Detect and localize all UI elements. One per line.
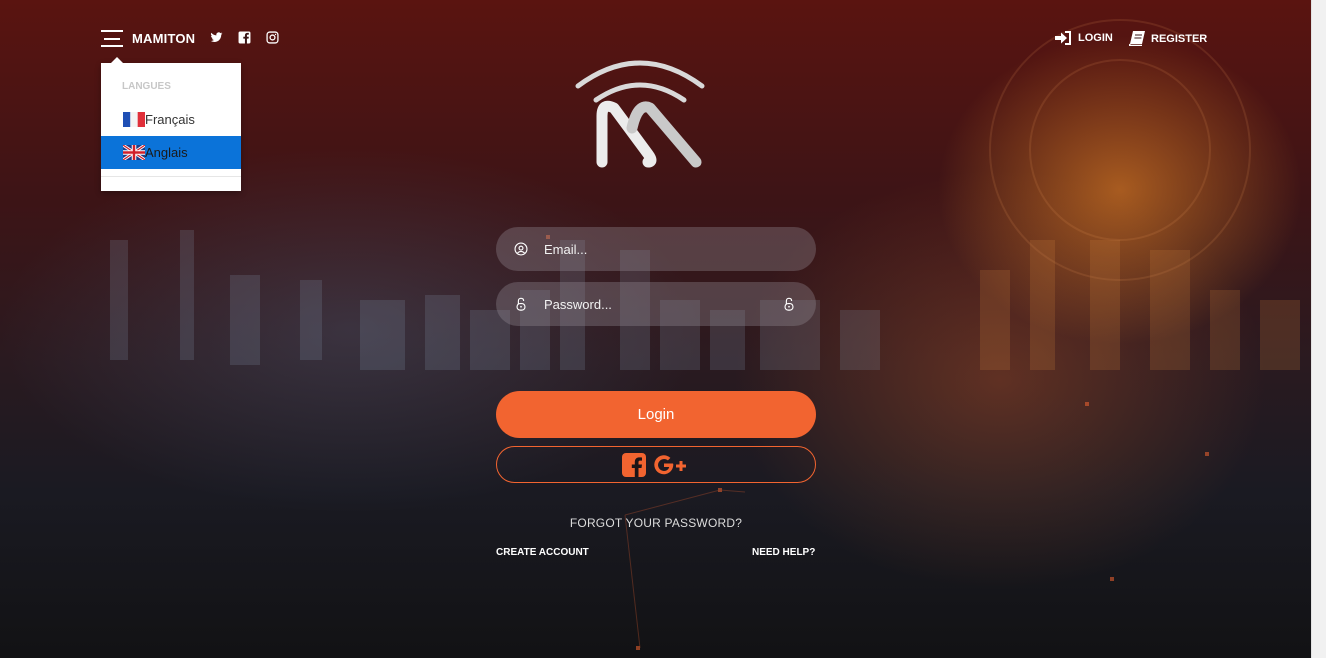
- twitter-icon[interactable]: [210, 31, 223, 44]
- language-item-label: Français: [145, 112, 195, 127]
- book-icon: [1129, 31, 1145, 46]
- lock-toggle-icon[interactable]: [782, 297, 796, 311]
- google-plus-icon[interactable]: [652, 453, 690, 477]
- facebook-icon[interactable]: [622, 452, 646, 477]
- language-item-anglais[interactable]: Anglais: [101, 136, 241, 169]
- need-help-link[interactable]: NEED HELP?: [752, 547, 815, 558]
- mamiton-logo: [575, 60, 705, 168]
- forgot-password-link[interactable]: FORGOT YOUR PASSWORD?: [496, 516, 816, 530]
- sign-in-icon: [1055, 31, 1071, 45]
- register-link[interactable]: REGISTER: [1129, 31, 1207, 46]
- social-login-buttons: [496, 446, 816, 483]
- create-account-link[interactable]: CREATE ACCOUNT: [496, 547, 589, 558]
- hamburger-icon[interactable]: [101, 30, 123, 47]
- login-link[interactable]: LOGIN: [1055, 31, 1113, 45]
- page-scrollbar[interactable]: [1311, 0, 1326, 658]
- lock-icon: [516, 297, 526, 311]
- password-field[interactable]: [496, 282, 816, 326]
- language-menu-heading: LANGUES: [122, 81, 171, 92]
- brand-name[interactable]: MAMITON: [132, 31, 195, 46]
- language-dropdown: LANGUES Français Anglais: [101, 57, 241, 191]
- dropdown-divider: [101, 176, 241, 177]
- france-flag-icon: [123, 112, 145, 127]
- email-input[interactable]: [544, 227, 774, 271]
- password-input[interactable]: [544, 282, 774, 326]
- uk-flag-icon: [123, 145, 145, 160]
- instagram-icon[interactable]: [266, 31, 279, 44]
- login-button[interactable]: Login: [496, 391, 816, 438]
- user-icon: [514, 242, 528, 256]
- login-label: LOGIN: [1078, 32, 1113, 44]
- register-label: REGISTER: [1151, 32, 1208, 45]
- language-item-label: Anglais: [145, 145, 188, 160]
- language-item-francais[interactable]: Français: [101, 103, 241, 136]
- facebook-icon[interactable]: [238, 31, 251, 44]
- email-field[interactable]: [496, 227, 816, 271]
